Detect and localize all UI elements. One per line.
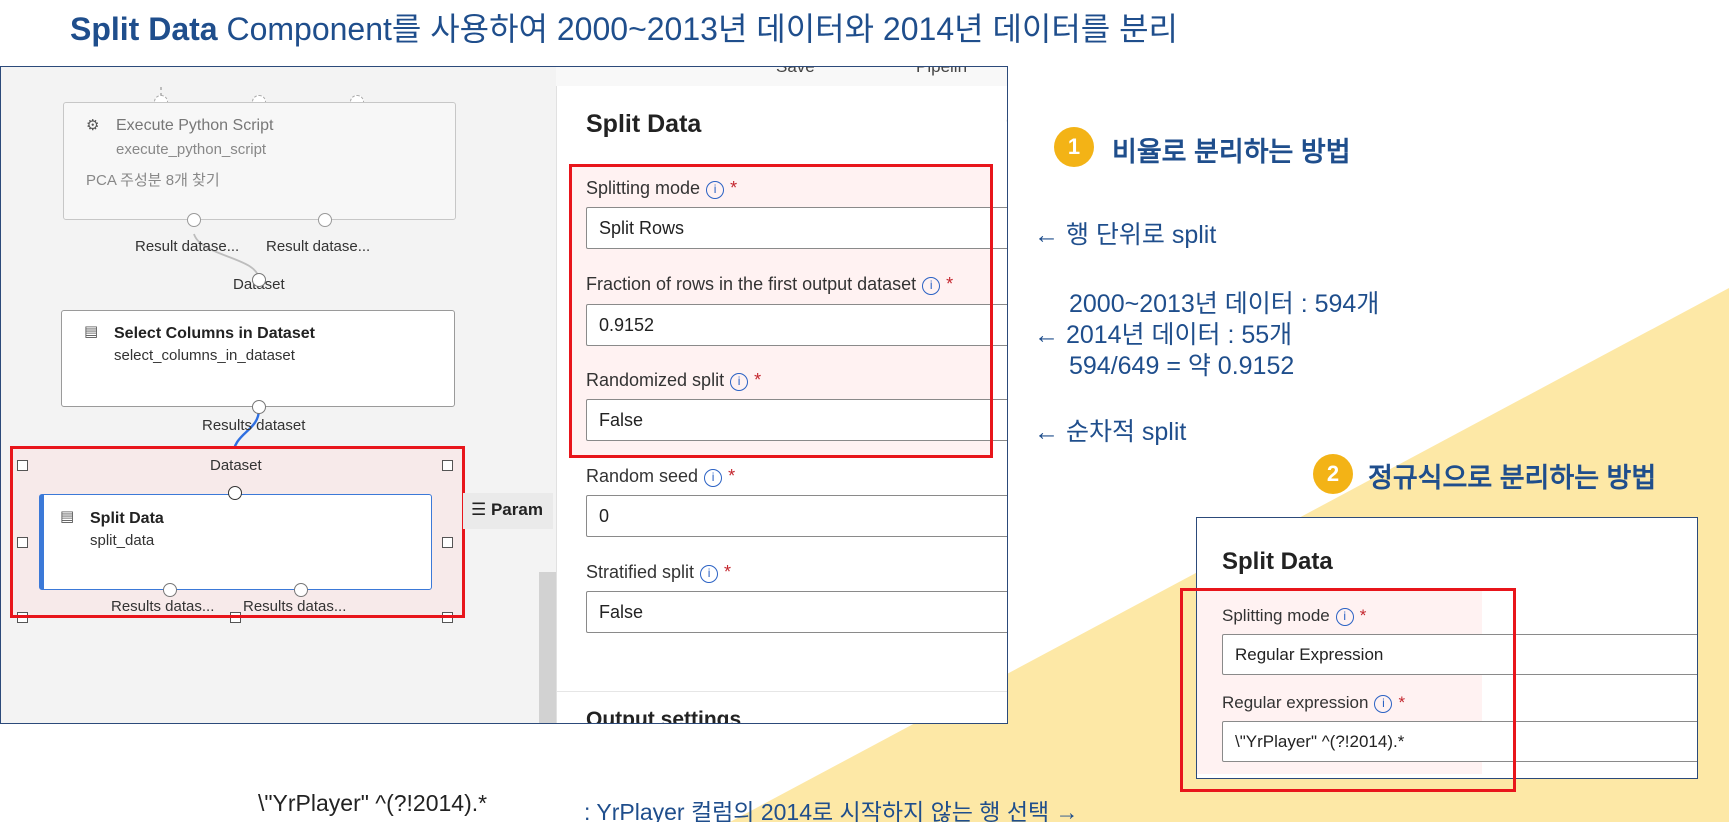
output-port-label: Result datase...: [266, 238, 371, 255]
note-sequential: ← 순차적 split: [1034, 418, 1187, 446]
stratified-split-select[interactable]: False: [586, 591, 1007, 633]
node-title: Select Columns in Dataset: [114, 325, 315, 342]
method1-heading: 비율로 분리하는 방법: [1112, 137, 1351, 167]
output-port-label: Result datase...: [135, 238, 240, 255]
info-icon[interactable]: i: [704, 469, 723, 487]
info-icon[interactable]: i: [700, 565, 719, 583]
field-label: Random seed i *: [586, 466, 736, 487]
scrollbar[interactable]: [539, 572, 556, 723]
output-port-label: Results dataset: [202, 417, 306, 434]
python-icon: ⚙: [86, 117, 100, 134]
output-port[interactable]: [252, 400, 266, 414]
regex-description: : YrPlayer 컬럼의 2014로 시작하지 않는 행 선택 →: [584, 799, 1079, 822]
output-port[interactable]: [187, 213, 201, 227]
regex-fields-highlight: [1180, 588, 1516, 792]
note-data-line3: 594/649 = 약 0.9152: [1069, 352, 1295, 380]
step-badge-2: 2: [1313, 454, 1353, 494]
pipeline-canvas[interactable]: ⚙ Execute Python Script execute_python_s…: [1, 67, 556, 723]
node-title: Execute Python Script: [116, 117, 274, 134]
method2-heading: 정규식으로 분리하는 방법: [1368, 463, 1657, 493]
fields-highlight: [569, 164, 993, 458]
random-seed-input[interactable]: 0: [586, 495, 1007, 537]
pipeline-button[interactable]: Pipelin: [916, 67, 967, 77]
title-bold: Split Data: [70, 11, 218, 47]
panel2-title: Split Data: [1222, 548, 1333, 575]
node-description: PCA 주성분 8개 찾기: [86, 172, 220, 189]
select-columns-node[interactable]: ▤ Select Columns in Dataset select_colum…: [61, 310, 455, 407]
field-label: Stratified split i *: [586, 562, 732, 583]
note-rows: ← 행 단위로 split: [1034, 221, 1217, 249]
parameters-button[interactable]: ☰ Param: [463, 493, 553, 529]
node-subtitle: execute_python_script: [116, 141, 267, 158]
python-script-node[interactable]: ⚙ Execute Python Script execute_python_s…: [63, 102, 456, 220]
input-port[interactable]: [252, 273, 266, 287]
regex-example: \"YrPlayer" ^(?!2014).*: [258, 790, 488, 816]
node-subtitle: select_columns_in_dataset: [114, 347, 295, 364]
save-button[interactable]: Save: [776, 67, 815, 77]
panel-divider: [557, 691, 1007, 692]
split-node-highlight: [10, 446, 465, 618]
output-port[interactable]: [318, 213, 332, 227]
designer-screenshot: ⚙ Execute Python Script execute_python_s…: [0, 66, 1008, 724]
sliders-icon: ☰: [471, 500, 491, 519]
panel-title: Split Data: [586, 110, 702, 138]
title-rest: Component를 사용하여 2000~2013년 데이터와 2014년 데이…: [217, 11, 1178, 47]
page-title: Split Data Component를 사용하여 2000~2013년 데이…: [70, 4, 1178, 50]
parameters-label: Param: [490, 500, 543, 519]
properties-panel: Split Data · Splitting modei* Split Rows…: [556, 86, 1007, 724]
module-icon: ▤: [84, 323, 99, 340]
step-badge-1: 1: [1054, 127, 1094, 167]
close-icon[interactable]: ·: [1005, 112, 1007, 130]
output-settings-heading: Output settings: [586, 708, 742, 724]
